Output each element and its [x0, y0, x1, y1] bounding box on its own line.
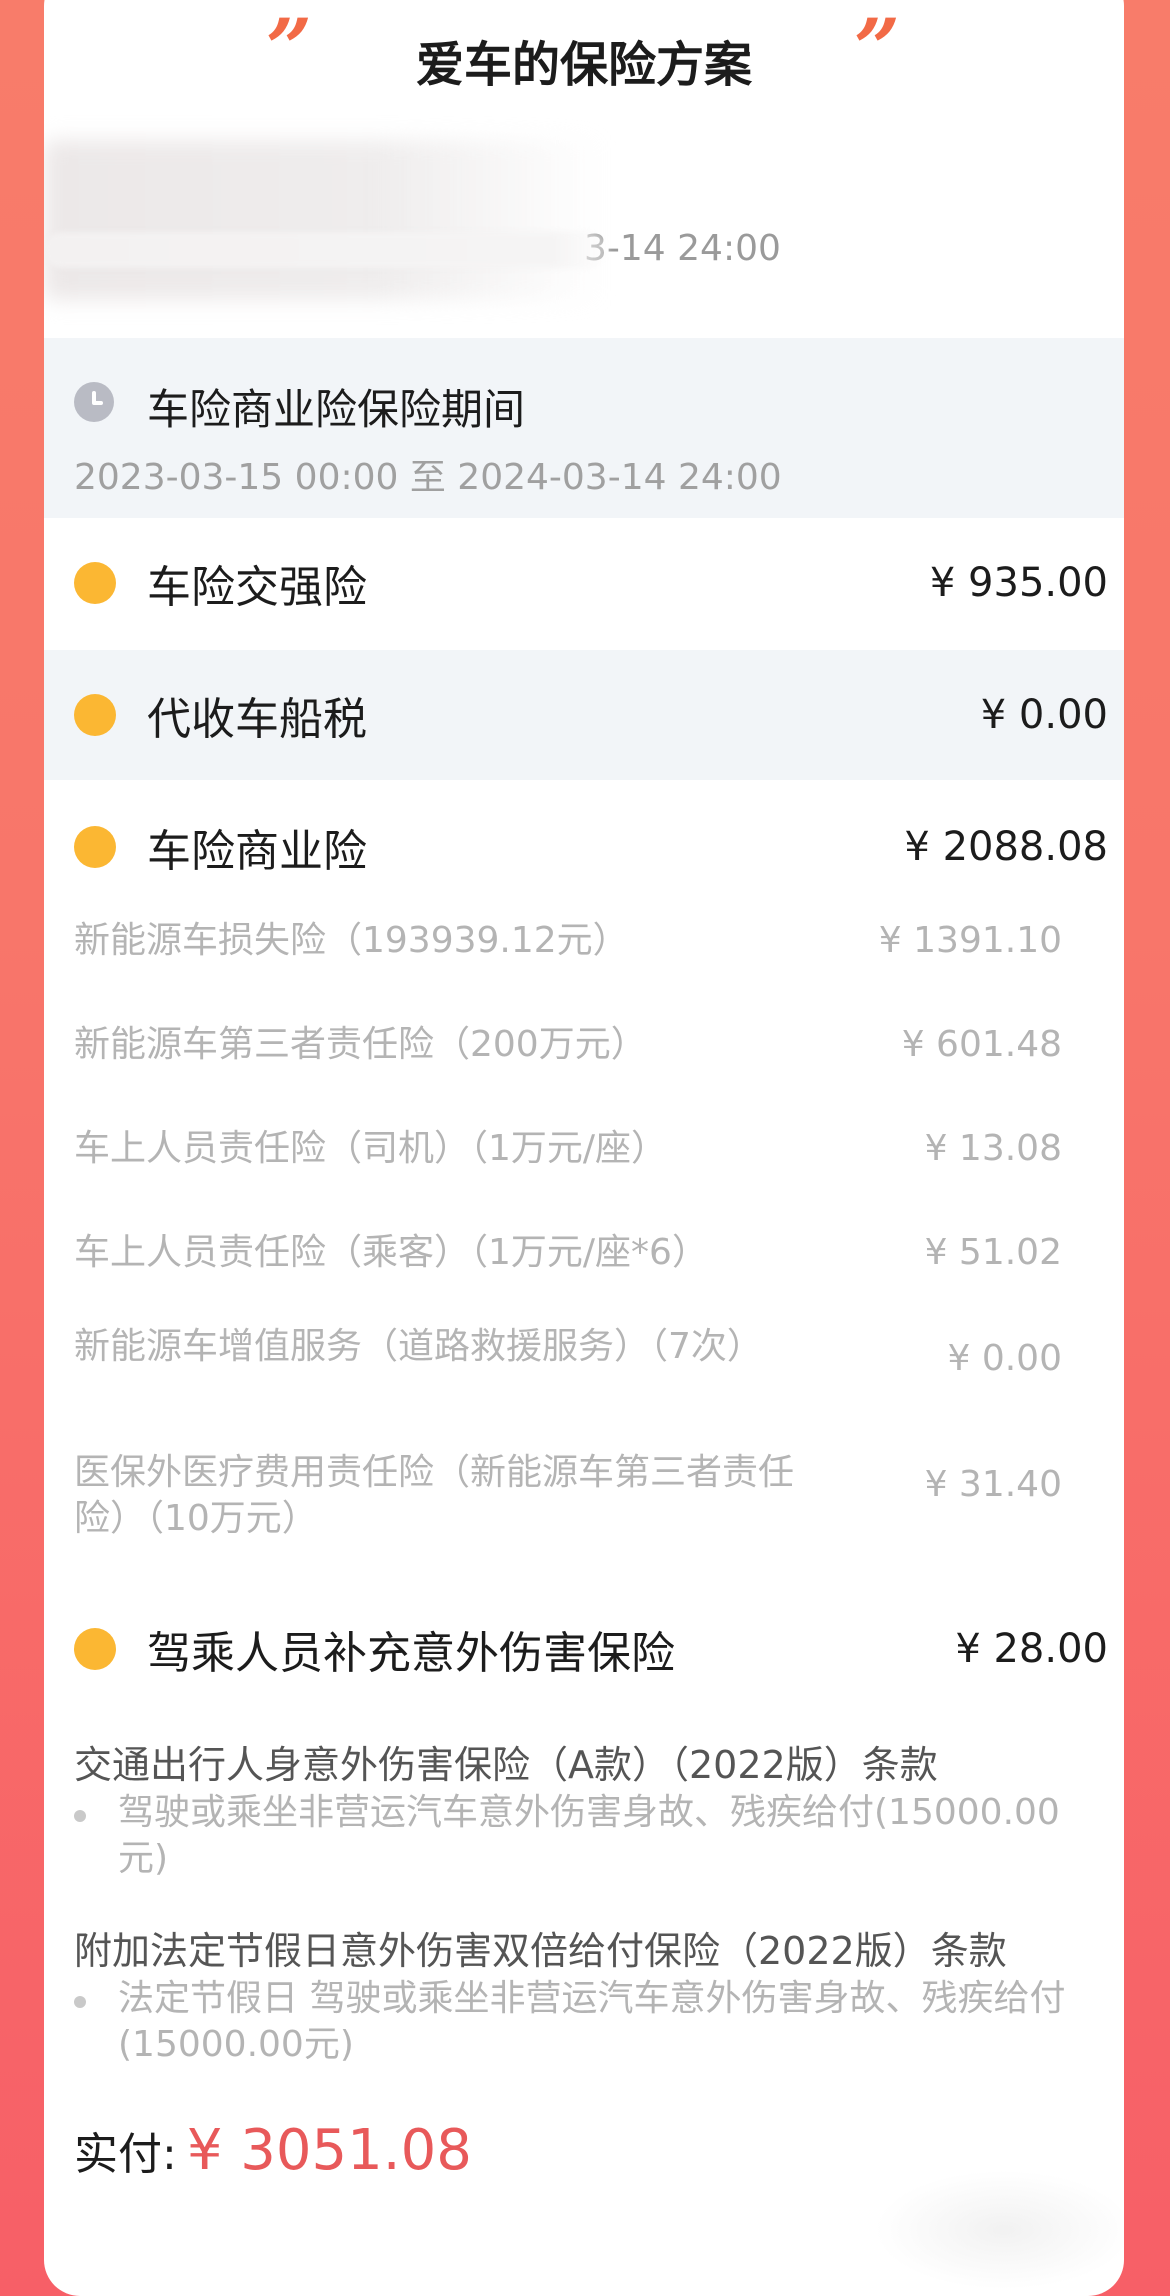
- bullet-icon: [74, 1810, 86, 1822]
- row-commercial: 车险商业险 ¥ 2088.08: [44, 782, 1124, 912]
- blurred-date: 3-14 24:00: [584, 228, 781, 269]
- row-accident: 驾乘人员补充意外伤害保险 ¥ 28.00: [44, 1584, 1124, 1714]
- row-price: ¥ 935.00: [929, 560, 1108, 606]
- item-amount: ¥ 0.00: [947, 1338, 1062, 1379]
- total-label: 实付:: [74, 2129, 177, 2180]
- row-price: ¥ 2088.08: [904, 824, 1108, 870]
- total-value: ¥ 3051.08: [186, 2118, 472, 2183]
- item-amount: ¥ 601.48: [901, 1024, 1062, 1065]
- dot-icon: [74, 1628, 116, 1670]
- bottom-glow: [874, 2170, 1124, 2290]
- page-title: 爱车的保险方案: [415, 37, 752, 93]
- period-dates: 2023-03-15 00:00 至 2024-03-14 24:00: [74, 457, 782, 498]
- period-label: 车险商业险保险期间: [147, 385, 526, 434]
- row-compulsory: 车险交强险 ¥ 935.00: [44, 518, 1124, 648]
- dot-icon: [74, 562, 116, 604]
- header: 爱车的保险方案: [44, 0, 1124, 120]
- item-name: 新能源车损失险（193939.12元）: [74, 920, 629, 961]
- dot-icon: [74, 694, 116, 736]
- blurred-info: [44, 140, 604, 300]
- row-label: 车险商业险: [147, 826, 367, 877]
- item-name: 医保外医疗费用责任险（新能源车第三者责任险）（10万元）: [74, 1452, 795, 1539]
- row-price: ¥ 28.00: [955, 1626, 1108, 1672]
- total-paid: 实付: ¥ 3051.08: [74, 2118, 472, 2183]
- clause-title: 附加法定节假日意外伤害双倍给付保险（2022版）条款: [74, 1929, 1007, 1973]
- item-amount: ¥ 13.08: [924, 1128, 1062, 1169]
- blurred-date-mask: [44, 232, 609, 268]
- row-label: 车险交强险: [147, 562, 367, 613]
- clause-item: 法定节假日 驾驶或乘坐非营运汽车意外伤害身故、残疾给付(15000.00元): [118, 1978, 1066, 2065]
- clause-title: 交通出行人身意外伤害保险（A款）（2022版）条款: [74, 1743, 938, 1787]
- dot-icon: [74, 826, 116, 868]
- row-label: 代收车船税: [147, 694, 367, 745]
- item-name: 车上人员责任险（司机）（1万元/座）: [74, 1128, 668, 1169]
- insurance-plan-card: ” ” 爱车的保险方案 3-14 24:00 车险商业险保险期间 2023-03…: [44, 0, 1124, 2296]
- item-amount: ¥ 51.02: [924, 1232, 1062, 1273]
- item-name: 车上人员责任险（乘客）（1万元/座*6）: [74, 1232, 708, 1273]
- bullet-icon: [74, 1996, 86, 2008]
- item-name: 新能源车增值服务（道路救援服务）（7次）: [74, 1326, 763, 1367]
- row-vessel-tax: 代收车船税 ¥ 0.00: [44, 650, 1124, 780]
- insurance-period: 车险商业险保险期间 2023-03-15 00:00 至 2024-03-14 …: [44, 338, 1124, 518]
- item-name: 新能源车第三者责任险（200万元）: [74, 1024, 647, 1065]
- clock-icon: [74, 382, 114, 422]
- item-amount: ¥ 31.40: [924, 1464, 1062, 1505]
- item-amount: ¥ 1391.10: [878, 920, 1062, 961]
- clause-item: 驾驶或乘坐非营运汽车意外伤害身故、残疾给付(15000.00元): [118, 1792, 1060, 1879]
- row-price: ¥ 0.00: [980, 692, 1108, 738]
- row-label: 驾乘人员补充意外伤害保险: [147, 1628, 675, 1679]
